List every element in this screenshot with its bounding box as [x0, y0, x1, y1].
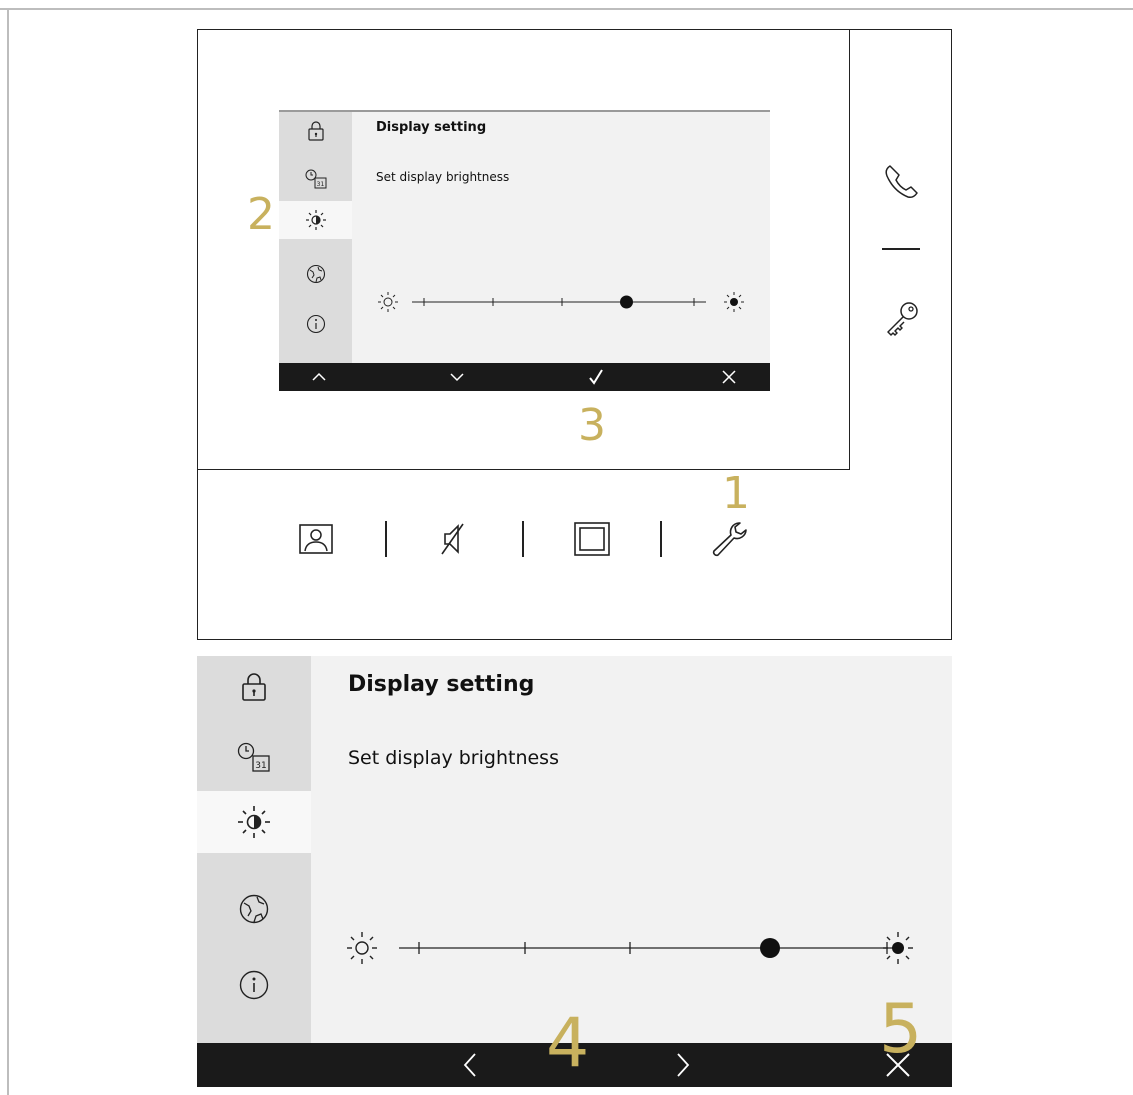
door-open-button[interactable] — [880, 296, 924, 340]
callout-2: 2 — [247, 189, 275, 240]
chevron-up-icon — [312, 372, 326, 381]
down-button[interactable] — [437, 363, 477, 391]
check-icon — [589, 369, 603, 385]
brightness-icon — [305, 210, 326, 230]
frame-border-left — [7, 8, 9, 1095]
chevron-right-icon — [677, 1053, 690, 1077]
close-icon — [722, 370, 736, 384]
callout-3: 3 — [578, 400, 606, 451]
chevron-down-icon — [450, 373, 464, 382]
brightness-icon — [238, 806, 270, 838]
sidebar-item-language[interactable] — [279, 255, 352, 293]
confirm-button[interactable] — [576, 363, 616, 391]
globe-icon — [306, 264, 325, 284]
callout-4: 4 — [546, 1004, 590, 1083]
settings-button[interactable] — [708, 519, 754, 561]
settings-sidebar: 31 — [279, 112, 352, 365]
next-button[interactable] — [658, 1043, 708, 1087]
device-divider — [882, 248, 920, 250]
fullscreen-icon — [574, 522, 610, 556]
brightness-low-icon — [347, 932, 377, 964]
sidebar-item-brightness[interactable] — [197, 791, 311, 853]
softkey-bar — [279, 363, 770, 391]
phone-icon — [885, 165, 918, 198]
brightness-high-icon — [724, 292, 744, 312]
callout-1: 1 — [722, 468, 750, 519]
fullscreen-button[interactable] — [572, 520, 612, 558]
surveillance-button[interactable] — [296, 522, 336, 556]
wrench-icon — [712, 522, 747, 557]
device-screen-display: 31 Display setting Set display brightnes… — [279, 110, 770, 391]
slider-thumb[interactable] — [760, 938, 780, 958]
sidebar-item-lock[interactable] — [197, 656, 311, 718]
bottom-divider-1 — [385, 521, 387, 557]
calendar-day-text: 31 — [255, 761, 266, 771]
calendar-day-text: 31 — [316, 181, 324, 188]
page-title: Display setting — [376, 120, 487, 135]
brightness-low-icon — [378, 292, 398, 312]
page-title: Display setting — [348, 672, 535, 697]
frame-border-top — [0, 8, 1133, 10]
sidebar-item-info[interactable] — [279, 305, 352, 343]
lock-icon — [242, 673, 266, 701]
globe-icon — [239, 894, 269, 924]
sidebar-item-brightness[interactable] — [279, 201, 352, 239]
sidebar-item-datetime[interactable]: 31 — [279, 160, 352, 198]
brightness-slider[interactable] — [347, 928, 921, 968]
page-subtitle: Set display brightness — [348, 747, 559, 769]
previous-button[interactable] — [445, 1043, 495, 1087]
bottom-divider-2 — [522, 521, 524, 557]
info-icon — [306, 314, 325, 334]
brightness-high-icon — [883, 932, 913, 964]
key-icon — [887, 302, 918, 336]
contact-portrait-icon — [299, 524, 333, 554]
settings-sidebar-large: 31 — [197, 656, 311, 1043]
page-subtitle: Set display brightness — [376, 170, 510, 184]
brightness-slider[interactable] — [376, 290, 748, 314]
sidebar-item-lock[interactable] — [279, 112, 352, 150]
mute-button[interactable] — [438, 521, 468, 557]
bottom-divider-3 — [660, 521, 662, 557]
sidebar-item-datetime[interactable]: 31 — [197, 726, 311, 788]
sidebar-item-info[interactable] — [197, 954, 311, 1016]
close-button[interactable] — [709, 363, 749, 391]
mute-icon — [441, 523, 464, 555]
up-button[interactable] — [299, 363, 339, 391]
slider-thumb[interactable] — [620, 295, 633, 309]
clock-calendar-icon: 31 — [305, 169, 326, 189]
clock-calendar-icon: 31 — [237, 742, 270, 772]
chevron-left-icon — [463, 1053, 476, 1077]
lock-icon — [307, 121, 324, 141]
callout-5: 5 — [879, 990, 923, 1069]
sidebar-item-language[interactable] — [197, 878, 311, 940]
call-button[interactable] — [878, 162, 926, 202]
info-icon — [239, 970, 269, 1000]
